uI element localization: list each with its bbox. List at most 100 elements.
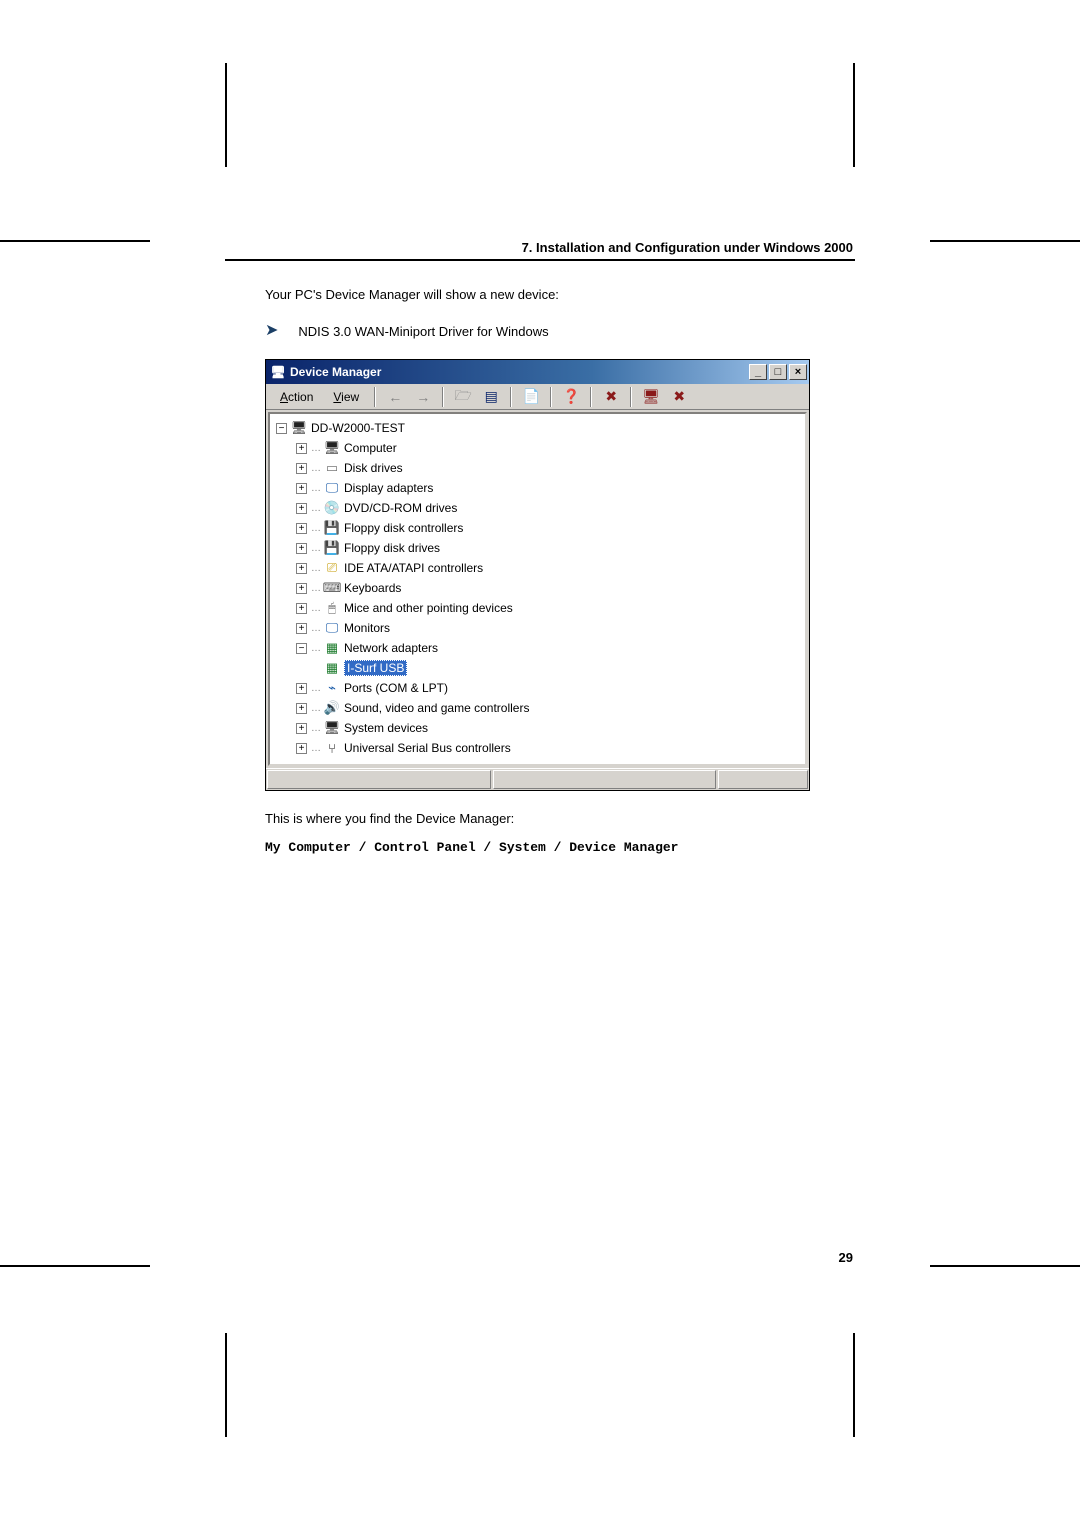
expand-icon[interactable]: + xyxy=(296,683,307,694)
tree-item-floppy-ctrl[interactable]: +… 💾 Floppy disk controllers xyxy=(274,518,801,538)
back-button[interactable]: ← xyxy=(383,386,407,408)
expand-icon[interactable]: + xyxy=(296,743,307,754)
status-pane xyxy=(267,770,491,789)
page-content: 7. Installation and Configuration under … xyxy=(225,240,855,1265)
separator xyxy=(630,387,632,407)
system-icon: 🖥 xyxy=(324,720,340,736)
cd-icon: 💿 xyxy=(324,500,340,516)
floppy-icon: 💾 xyxy=(324,520,340,536)
tree-item-keyboards[interactable]: +… ⌨ Keyboards xyxy=(274,578,801,598)
controller-icon: ⎚ xyxy=(324,560,340,576)
separator xyxy=(550,387,552,407)
stop-button[interactable]: ✖ xyxy=(599,386,623,408)
tree-label-selected: I-Surf USB xyxy=(344,660,407,676)
tree-item-network[interactable]: −… ▦ Network adapters xyxy=(274,638,801,658)
expand-icon[interactable]: + xyxy=(296,563,307,574)
display-icon: 🖵 xyxy=(324,480,340,496)
tree-connector: … xyxy=(311,463,322,474)
tree-connector: … xyxy=(311,703,322,714)
tree-item-mice[interactable]: +… 🖱 Mice and other pointing devices xyxy=(274,598,801,618)
scan-button[interactable]: 🖥 xyxy=(639,386,663,408)
tree-connector: … xyxy=(311,503,322,514)
tree-label: Monitors xyxy=(344,621,390,635)
device-tree[interactable]: − 🖥 DD-W2000-TEST +… 🖥 Computer +… ▭ Dis… xyxy=(268,412,807,766)
menu-toolbar: Action View ← → 🗁 ▤ 📄 ❓ ✖ 🖥 ✖ xyxy=(266,384,809,410)
tree-item-ports[interactable]: +… ⌁ Ports (COM & LPT) xyxy=(274,678,801,698)
menu-view[interactable]: View xyxy=(325,388,367,406)
tree-connector: … xyxy=(311,483,322,494)
help-button[interactable]: ❓ xyxy=(559,386,583,408)
expand-icon[interactable]: + xyxy=(296,463,307,474)
separator xyxy=(590,387,592,407)
expand-icon[interactable]: + xyxy=(296,503,307,514)
network-icon: ▦ xyxy=(324,640,340,656)
tree-item-sound[interactable]: +… 🔊 Sound, video and game controllers xyxy=(274,698,801,718)
tree-label: Keyboards xyxy=(344,581,401,595)
window-title: Device Manager xyxy=(290,365,749,379)
minimize-button[interactable]: _ xyxy=(749,364,767,380)
network-adapter-icon: ▦ xyxy=(324,660,340,676)
arrow-icon: ➤ xyxy=(265,324,278,338)
tree-root[interactable]: − 🖥 DD-W2000-TEST xyxy=(274,418,801,438)
tree-label: Sound, video and game controllers xyxy=(344,701,529,715)
separator xyxy=(442,387,444,407)
crop-mark xyxy=(225,63,227,167)
crop-mark xyxy=(225,1333,227,1437)
expand-icon[interactable]: + xyxy=(296,603,307,614)
expand-icon[interactable]: + xyxy=(296,623,307,634)
props-button[interactable]: 📄 xyxy=(519,386,543,408)
tree-label: Disk drives xyxy=(344,461,403,475)
crop-mark xyxy=(853,1333,855,1437)
crop-mark xyxy=(930,1265,1080,1267)
tree-item-isurf[interactable]: ▦ I-Surf USB xyxy=(274,658,801,678)
crop-mark xyxy=(853,63,855,167)
tree-label: Universal Serial Bus controllers xyxy=(344,741,511,755)
tree-item-display[interactable]: +… 🖵 Display adapters xyxy=(274,478,801,498)
tree-label: IDE ATA/ATAPI controllers xyxy=(344,561,483,575)
tree-item-floppy-drv[interactable]: +… 💾 Floppy disk drives xyxy=(274,538,801,558)
computer-icon: 🖥 xyxy=(324,440,340,456)
usb-icon: ⑂ xyxy=(324,740,340,756)
collapse-icon[interactable]: − xyxy=(296,643,307,654)
tree-item-monitors[interactable]: + … 🖵 Monitors xyxy=(274,618,801,638)
mouse-icon: 🖱 xyxy=(324,600,340,616)
computer-icon: 🖥 xyxy=(291,420,307,436)
tree-item-system[interactable]: +… 🖥 System devices xyxy=(274,718,801,738)
bullet-text: NDIS 3.0 WAN-Miniport Driver for Windows xyxy=(298,324,548,339)
collapse-icon[interactable]: − xyxy=(276,423,287,434)
remove-button[interactable]: ✖ xyxy=(667,386,691,408)
tree-item-usb[interactable]: + … ⑂ Universal Serial Bus controllers xyxy=(274,738,801,758)
app-icon: 🖥 xyxy=(270,364,286,380)
port-icon: ⌁ xyxy=(324,680,340,696)
expand-icon[interactable]: + xyxy=(296,583,307,594)
tree-label: DD-W2000-TEST xyxy=(311,421,405,435)
separator xyxy=(510,387,512,407)
separator xyxy=(374,387,376,407)
tree-connector: … xyxy=(311,563,322,574)
floppy-icon: 💾 xyxy=(324,540,340,556)
menu-action[interactable]: Action xyxy=(272,388,321,406)
forward-button[interactable]: → xyxy=(411,386,435,408)
expand-icon[interactable]: + xyxy=(296,523,307,534)
tree-label: System devices xyxy=(344,721,428,735)
tree-connector: … xyxy=(311,743,322,754)
tree-item-disk[interactable]: +… ▭ Disk drives xyxy=(274,458,801,478)
tree-item-dvd[interactable]: +… 💿 DVD/CD-ROM drives xyxy=(274,498,801,518)
expand-icon[interactable]: + xyxy=(296,543,307,554)
list-button[interactable]: ▤ xyxy=(479,386,503,408)
tree-item-ide[interactable]: + … ⎚ IDE ATA/ATAPI controllers xyxy=(274,558,801,578)
expand-icon[interactable]: + xyxy=(296,723,307,734)
expand-icon[interactable]: + xyxy=(296,443,307,454)
path-text: My Computer / Control Panel / System / D… xyxy=(265,840,855,855)
expand-icon[interactable]: + xyxy=(296,703,307,714)
tree-item-computer[interactable]: +… 🖥 Computer xyxy=(274,438,801,458)
tree-label: Network adapters xyxy=(344,641,438,655)
tree-connector: … xyxy=(311,623,322,634)
close-button[interactable]: × xyxy=(789,364,807,380)
folder-button[interactable]: 🗁 xyxy=(451,386,475,408)
expand-icon[interactable]: + xyxy=(296,483,307,494)
status-bar xyxy=(266,768,809,790)
maximize-button[interactable]: □ xyxy=(769,364,787,380)
window-titlebar[interactable]: 🖥 Device Manager _ □ × xyxy=(266,360,809,384)
monitor-icon: 🖵 xyxy=(324,620,340,636)
